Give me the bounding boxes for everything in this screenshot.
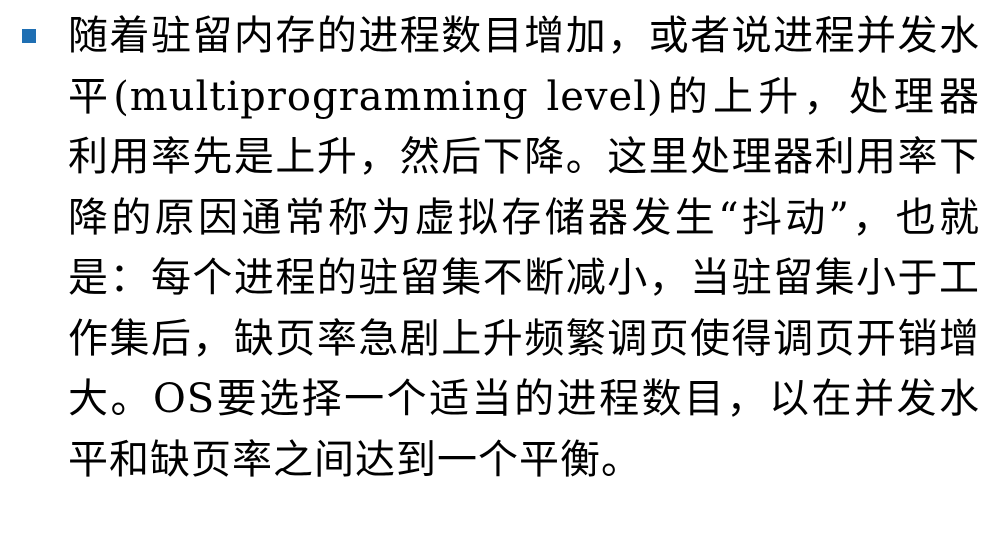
bullet-paragraph: 随着驻留内存的进程数目增加，或者说进程并发水平(multiprogramming… bbox=[68, 13, 980, 483]
slide: 随着驻留内存的进程数目增加，或者说进程并发水平(multiprogramming… bbox=[0, 0, 997, 553]
square-bullet-icon bbox=[22, 29, 36, 43]
